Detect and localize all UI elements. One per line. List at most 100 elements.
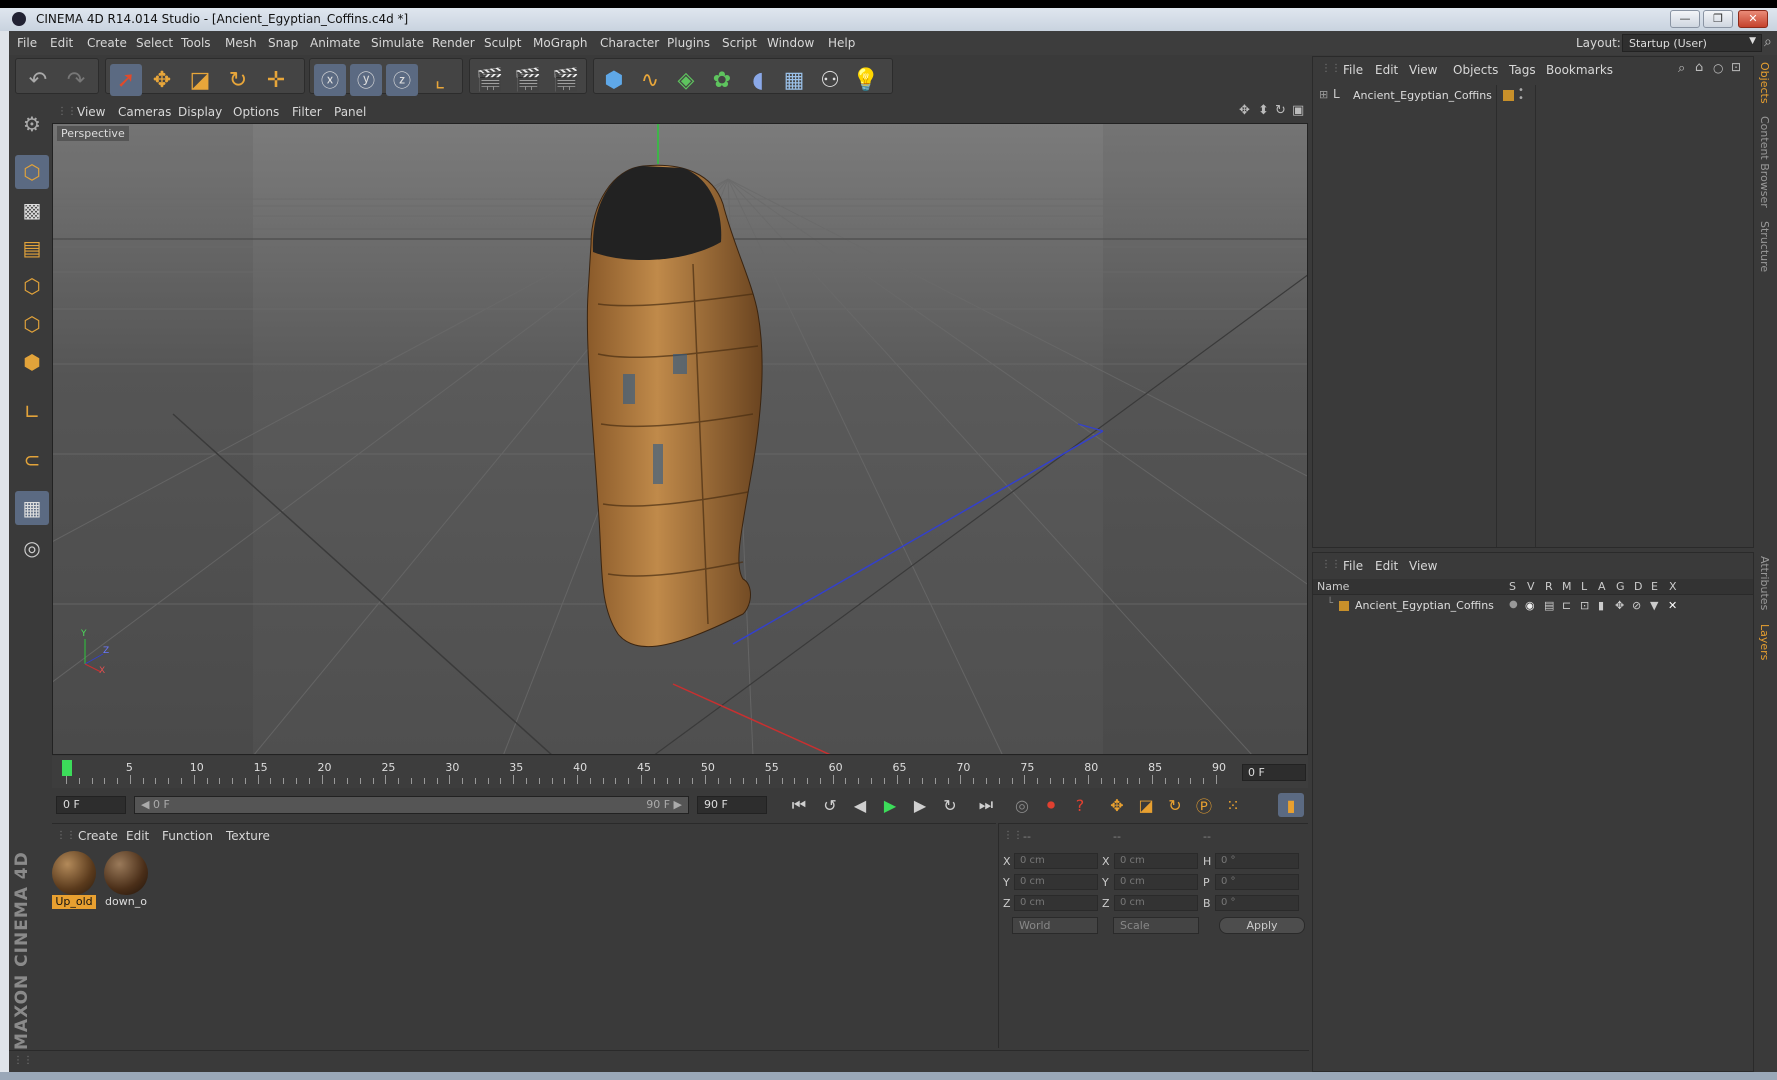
playhead[interactable] <box>62 760 72 776</box>
nurbs-icon[interactable]: ◈ <box>670 64 702 96</box>
object-row[interactable]: ⊞ L Ancient_Egyptian_Coffins • • <box>1317 86 1751 105</box>
record-icon[interactable]: ⏺ <box>1038 793 1064 817</box>
camera-icon[interactable]: ⚇ <box>814 64 846 96</box>
polygons-mode-icon[interactable]: ⬢ <box>15 345 49 379</box>
workplane-lock-icon[interactable]: ▦ <box>15 491 49 525</box>
current-frame-field[interactable]: 0 F <box>1242 764 1306 781</box>
scale-dropdown[interactable]: Scale <box>1113 917 1199 934</box>
manager-icon[interactable]: ⊏ <box>1562 599 1571 612</box>
menu-create[interactable]: Create <box>87 36 127 50</box>
vp-menu-filter[interactable]: Filter <box>292 105 322 119</box>
rotation-h-field[interactable]: 0 ° <box>1215 853 1299 869</box>
key-move-icon[interactable]: ✥ <box>1104 793 1130 817</box>
previous-frame-icon[interactable]: ◀ <box>847 793 873 817</box>
menu-edit[interactable]: Edit <box>50 36 73 50</box>
frame-ruler[interactable]: 051015202530354045505560657075808590 <box>62 756 1246 786</box>
expression-icon[interactable]: ▼ <box>1650 599 1658 612</box>
viewport-zoom-icon[interactable]: ⬍ <box>1258 103 1269 118</box>
menu-mesh[interactable]: Mesh <box>225 36 257 50</box>
position-y-field[interactable]: 0 cm <box>1014 874 1098 890</box>
render-view-icon[interactable]: 🎬 <box>474 64 506 96</box>
menu-select[interactable]: Select <box>136 36 173 50</box>
array-icon[interactable]: ✿ <box>706 64 738 96</box>
cube-icon[interactable]: ⬢ <box>598 64 630 96</box>
edit-render-settings-icon[interactable]: 🎬 <box>550 64 582 96</box>
key-scale-icon[interactable]: ◪ <box>1133 793 1159 817</box>
menu-render[interactable]: Render <box>432 36 475 50</box>
perspective-viewport[interactable]: Perspective Y Z X <box>52 123 1308 755</box>
menu-script[interactable]: Script <box>722 36 757 50</box>
timeline-icon[interactable]: ▮ <box>1278 793 1304 817</box>
obj-menu-view[interactable]: View <box>1409 63 1437 77</box>
collapse-icon[interactable]: ○ <box>1713 61 1723 75</box>
undo-icon[interactable]: ↶ <box>22 64 54 96</box>
close-button[interactable]: ✕ <box>1738 10 1768 28</box>
viewport-rotate-icon[interactable]: ↻ <box>1275 103 1286 118</box>
go-to-start-icon[interactable]: ⏮ <box>786 793 812 817</box>
points-mode-icon[interactable]: ⬡ <box>15 269 49 303</box>
obj-menu-objects[interactable]: Objects <box>1453 63 1498 77</box>
home-icon[interactable]: ⌂ <box>1695 60 1703 75</box>
axis-mode-icon[interactable]: ∟ <box>15 395 49 429</box>
menu-tools[interactable]: Tools <box>181 36 211 50</box>
visibility-dots-icon[interactable]: • • <box>1518 86 1524 104</box>
frame-range-slider[interactable]: ◀ 0 F 90 F ▶ <box>134 796 689 814</box>
deformer-icon[interactable]: ⊘ <box>1632 599 1641 612</box>
redo-icon[interactable]: ↷ <box>60 64 92 96</box>
mat-menu-edit[interactable]: Edit <box>126 829 149 843</box>
light-icon[interactable]: 💡 <box>850 64 882 96</box>
layer-menu-edit[interactable]: Edit <box>1375 559 1398 573</box>
tab-attributes[interactable]: Attributes <box>1758 556 1771 610</box>
deformer-icon[interactable]: ◖ <box>742 64 774 96</box>
record-disabled-icon[interactable]: ◎ <box>1009 793 1035 817</box>
key-rotate-icon[interactable]: ↻ <box>1162 793 1188 817</box>
menu-plugins[interactable]: Plugins <box>667 36 710 50</box>
play-icon[interactable]: ▶ <box>877 793 903 817</box>
minimize-button[interactable]: — <box>1670 10 1700 28</box>
key-param-icon[interactable]: Ⓟ <box>1191 793 1217 817</box>
menu-sculpt[interactable]: Sculpt <box>484 36 521 50</box>
menu-animate[interactable]: Animate <box>310 36 360 50</box>
texture-mode-icon[interactable]: ▩ <box>15 193 49 227</box>
layer-menu-view[interactable]: View <box>1409 559 1437 573</box>
world-coordinates-icon[interactable]: ⌞ <box>424 64 456 96</box>
menu-simulate[interactable]: Simulate <box>371 36 424 50</box>
z-axis-lock-icon[interactable]: ⓩ <box>386 64 418 96</box>
obj-menu-bookmarks[interactable]: Bookmarks <box>1546 63 1613 77</box>
material-up-old[interactable]: Up_old <box>52 851 96 909</box>
size-z-field[interactable]: 0 cm <box>1114 895 1198 911</box>
xref-icon[interactable]: ✕ <box>1668 599 1677 612</box>
make-editable-icon[interactable]: ⚙ <box>15 107 49 141</box>
obj-menu-edit[interactable]: Edit <box>1375 63 1398 77</box>
model-mode-icon[interactable]: ⬡ <box>15 155 49 189</box>
snap-magnet-icon[interactable]: ⊂ <box>15 443 49 477</box>
layout-select[interactable]: Startup (User) ▼ <box>1622 34 1762 52</box>
mat-menu-texture[interactable]: Texture <box>226 829 270 843</box>
layer-menu-file[interactable]: File <box>1343 559 1363 573</box>
tab-objects[interactable]: Objects <box>1758 62 1771 104</box>
end-frame-field[interactable]: 90 F <box>697 796 767 814</box>
menu-snap[interactable]: Snap <box>268 36 298 50</box>
render-icon[interactable]: ▤ <box>1544 599 1554 612</box>
floor-icon[interactable]: ▦ <box>778 64 810 96</box>
vp-menu-options[interactable]: Options <box>233 105 279 119</box>
scale-icon[interactable]: ◪ <box>184 64 216 96</box>
menu-mograph[interactable]: MoGraph <box>533 36 588 50</box>
timeline-ruler[interactable]: 051015202530354045505560657075808590 0 F <box>52 756 1308 788</box>
material-down-o[interactable]: down_o <box>104 851 148 909</box>
animation-icon[interactable]: ▮ <box>1598 599 1604 612</box>
next-key-icon[interactable]: ↻ <box>937 793 963 817</box>
rotation-p-field[interactable]: 0 ° <box>1215 874 1299 890</box>
vp-menu-panel[interactable]: Panel <box>334 105 366 119</box>
rotate-icon[interactable]: ↻ <box>222 64 254 96</box>
previous-key-icon[interactable]: ↺ <box>817 793 843 817</box>
add-icon[interactable]: ✛ <box>260 64 292 96</box>
start-frame-field[interactable]: 0 F <box>56 796 126 814</box>
x-axis-lock-icon[interactable]: ⓧ <box>314 64 346 96</box>
select-arrow-icon[interactable]: ➚ <box>110 64 142 96</box>
layer-color-swatch[interactable] <box>1339 601 1349 611</box>
new-window-icon[interactable]: ⊡ <box>1731 60 1741 74</box>
menu-window[interactable]: Window <box>767 36 814 50</box>
viewport-move-icon[interactable]: ✥ <box>1239 103 1250 118</box>
obj-menu-file[interactable]: File <box>1343 63 1363 77</box>
